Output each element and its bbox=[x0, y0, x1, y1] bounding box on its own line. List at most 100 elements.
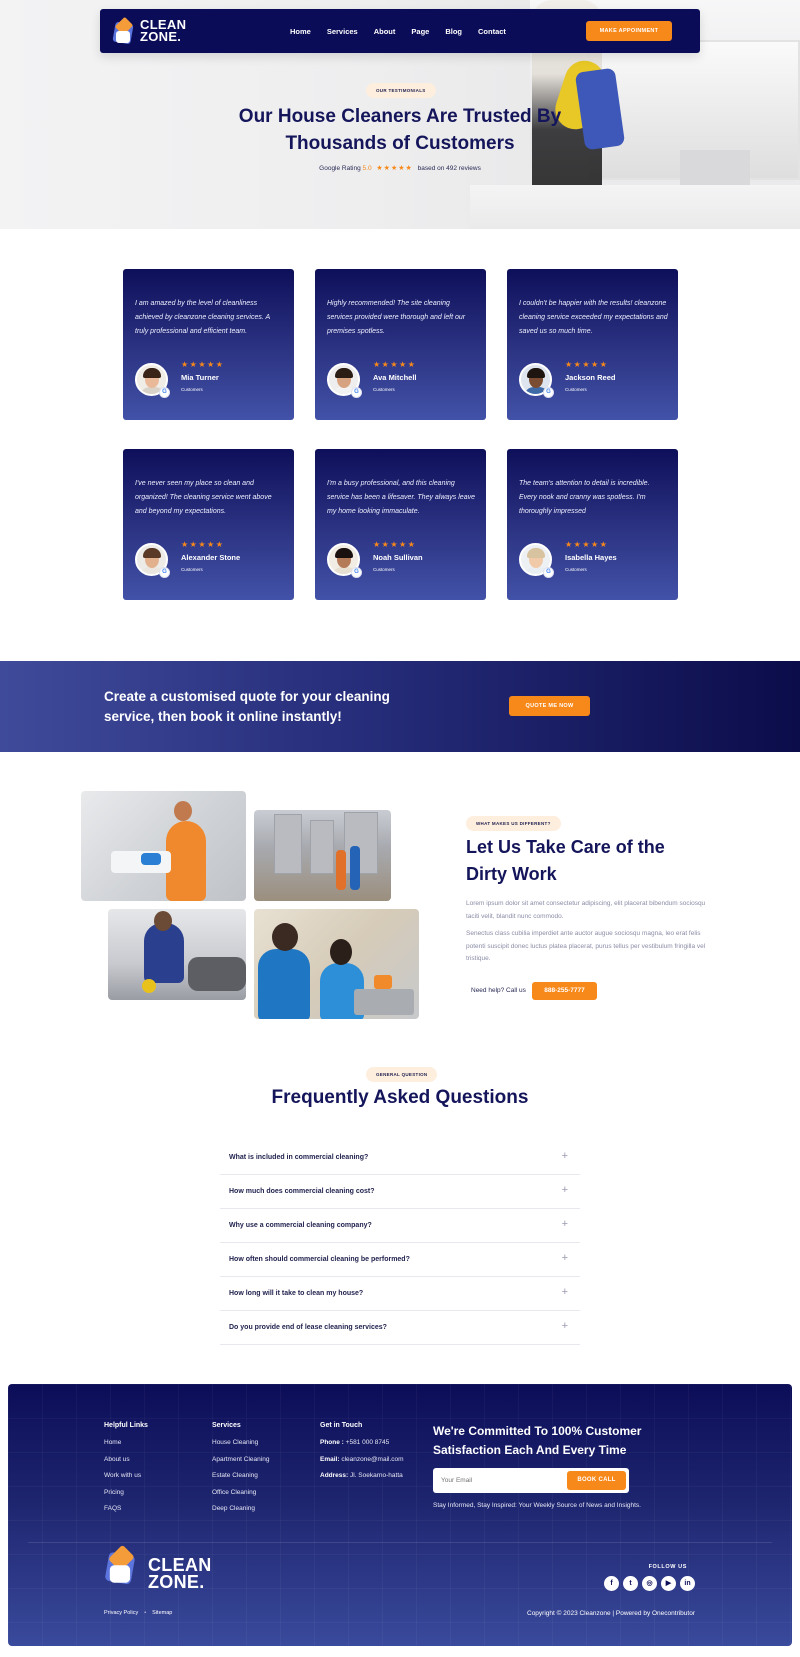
faq-title: Frequently Asked Questions bbox=[271, 1087, 529, 1108]
faq-question: How often should commercial cleaning be … bbox=[229, 1256, 410, 1263]
make-appointment-button[interactable]: MAKE APPOINMENT bbox=[586, 21, 672, 41]
star-rating-icon: ★★★★★ bbox=[565, 360, 609, 369]
plus-icon[interactable]: + bbox=[562, 1252, 568, 1264]
facebook-icon[interactable]: f bbox=[604, 1576, 619, 1591]
nav-menu: Home Services About Page Blog Contact bbox=[290, 9, 522, 53]
footer-contact: Get in Touch Phone : +581 000 8745 Email… bbox=[320, 1422, 404, 1489]
brand-logo[interactable]: CLEAN ZONE. bbox=[112, 16, 186, 45]
plus-icon[interactable]: + bbox=[562, 1184, 568, 1196]
quote-cta-band: Create a customised quote for your clean… bbox=[0, 661, 800, 752]
customer-role: Customers bbox=[373, 567, 395, 572]
google-icon: G bbox=[543, 567, 554, 578]
testimonial-card: I'm a busy professional, and this cleani… bbox=[315, 449, 486, 600]
youtube-icon[interactable]: ▶ bbox=[661, 1576, 676, 1591]
email-field[interactable] bbox=[441, 1468, 559, 1493]
nav-item-contact[interactable]: Contact bbox=[478, 27, 506, 36]
footer-link-about[interactable]: About us bbox=[104, 1456, 148, 1463]
footer-commitment-title: We're Committed To 100% Customer Satisfa… bbox=[433, 1424, 642, 1457]
star-rating-icon: ★★★★★ bbox=[181, 540, 225, 549]
quote-me-now-button[interactable]: QUOTE ME NOW bbox=[509, 696, 590, 716]
testimonial-quote: Highly recommended! The site cleaning se… bbox=[327, 300, 466, 335]
footer-legal-links: Privacy Policy • Sitemap bbox=[104, 1610, 172, 1616]
star-rating-icon: ★★★★★ bbox=[181, 360, 225, 369]
google-icon: G bbox=[351, 387, 362, 398]
nav-item-blog[interactable]: Blog bbox=[445, 27, 462, 36]
faq-question: How much does commercial cleaning cost? bbox=[229, 1188, 375, 1195]
rating-prefix: Google Rating bbox=[319, 165, 361, 172]
testimonial-quote: The team's attention to detail is incred… bbox=[519, 480, 650, 515]
plus-icon[interactable]: + bbox=[562, 1218, 568, 1230]
nav-item-page[interactable]: Page bbox=[411, 27, 429, 36]
faq-item[interactable]: How long will it take to clean my house?… bbox=[220, 1277, 580, 1311]
logo-text-line2: ZONE. bbox=[140, 29, 182, 44]
footer-services: Services House Cleaning Apartment Cleani… bbox=[212, 1422, 269, 1522]
footer-heading: Services bbox=[212, 1422, 241, 1429]
testimonial-quote: I couldn't be happier with the results! … bbox=[519, 300, 668, 335]
footer-link-estate-cleaning[interactable]: Estate Cleaning bbox=[212, 1472, 269, 1479]
hero-section: CLEAN ZONE. Home Services About Page Blo… bbox=[0, 0, 800, 229]
google-rating: Google Rating 5.0 ★★★★★ based on 492 rev… bbox=[200, 164, 600, 172]
linkedin-icon[interactable]: in bbox=[680, 1576, 695, 1591]
faq-item[interactable]: Do you provide end of lease cleaning ser… bbox=[220, 1311, 580, 1345]
customer-name: Alexander Stone bbox=[181, 553, 241, 562]
social-links: f t ◎ ▶ in bbox=[604, 1576, 695, 1591]
faq-list: What is included in commercial cleaning?… bbox=[220, 1141, 580, 1345]
customer-role: Customers bbox=[373, 387, 395, 392]
faq-item[interactable]: How often should commercial cleaning be … bbox=[220, 1243, 580, 1277]
footer-link-home[interactable]: Home bbox=[104, 1439, 148, 1446]
twitter-icon[interactable]: t bbox=[623, 1576, 638, 1591]
footer-link-deep-cleaning[interactable]: Deep Cleaning bbox=[212, 1505, 269, 1512]
star-rating-icon: ★★★★★ bbox=[373, 540, 417, 549]
need-help-text: Need help? Call us bbox=[471, 987, 526, 994]
customer-role: Customers bbox=[181, 567, 203, 572]
footer-link-apartment-cleaning[interactable]: Apartment Cleaning bbox=[212, 1456, 269, 1463]
footer-address: Address: Jl. Soekarno-hatta bbox=[320, 1472, 403, 1479]
separator: • bbox=[144, 1610, 147, 1616]
privacy-policy-link[interactable]: Privacy Policy bbox=[104, 1610, 138, 1616]
customer-role: Customers bbox=[181, 387, 203, 392]
rating-stars-icon: ★★★★★ bbox=[376, 165, 413, 172]
about-paragraph-2: Senectus class cubilia imperdiet ante au… bbox=[466, 930, 706, 962]
follow-us-label: FOLLOW US bbox=[648, 1564, 687, 1570]
call-phone-button[interactable]: 888-255-7777 bbox=[532, 982, 597, 1000]
faq-question: Do you provide end of lease cleaning ser… bbox=[229, 1324, 387, 1331]
main-navbar: CLEAN ZONE. Home Services About Page Blo… bbox=[100, 9, 700, 53]
copyright-text: Copyright © 2023 Cleanzone | Powered by … bbox=[527, 1610, 695, 1617]
faq-item[interactable]: What is included in commercial cleaning?… bbox=[220, 1141, 580, 1175]
nav-item-services[interactable]: Services bbox=[327, 27, 358, 36]
hero-title: Our House Cleaners Are Trusted By Thousa… bbox=[238, 106, 562, 154]
star-rating-icon: ★★★★★ bbox=[565, 540, 609, 549]
sitemap-link[interactable]: Sitemap bbox=[152, 1610, 172, 1616]
logo-icon bbox=[104, 1544, 156, 1603]
footer-link-house-cleaning[interactable]: House Cleaning bbox=[212, 1439, 269, 1446]
testimonial-card: Highly recommended! The site cleaning se… bbox=[315, 269, 486, 420]
nav-item-about[interactable]: About bbox=[374, 27, 396, 36]
footer-phone[interactable]: Phone : +581 000 8745 bbox=[320, 1439, 404, 1446]
customer-name: Mia Turner bbox=[181, 373, 219, 382]
customer-name: Ava Mitchell bbox=[373, 373, 417, 382]
footer-link-pricing[interactable]: Pricing bbox=[104, 1489, 148, 1496]
site-footer: Helpful Links Home About us Work with us… bbox=[8, 1384, 792, 1646]
footer-link-faqs[interactable]: FAQS bbox=[104, 1505, 148, 1512]
faq-section-pill: GENERAL QUESTION bbox=[366, 1067, 438, 1082]
nav-item-home[interactable]: Home bbox=[290, 27, 311, 36]
footer-email[interactable]: Email: cleanzone@mail.com bbox=[320, 1456, 404, 1463]
footer-link-work[interactable]: Work with us bbox=[104, 1472, 148, 1479]
google-icon: G bbox=[351, 567, 362, 578]
book-call-button[interactable]: BOOK CALL bbox=[567, 1471, 626, 1490]
photo-cleaning-sink bbox=[81, 791, 246, 901]
faq-item[interactable]: How much does commercial cleaning cost? + bbox=[220, 1175, 580, 1209]
plus-icon[interactable]: + bbox=[562, 1320, 568, 1332]
plus-icon[interactable]: + bbox=[562, 1150, 568, 1162]
footer-logo[interactable]: CLEAN ZONE. bbox=[104, 1544, 212, 1594]
newsletter-form: BOOK CALL bbox=[433, 1468, 629, 1493]
faq-question: Why use a commercial cleaning company? bbox=[229, 1222, 372, 1229]
testimonial-card: The team's attention to detail is incred… bbox=[507, 449, 678, 600]
plus-icon[interactable]: + bbox=[562, 1286, 568, 1298]
instagram-icon[interactable]: ◎ bbox=[642, 1576, 657, 1591]
faq-question: How long will it take to clean my house? bbox=[229, 1290, 364, 1297]
faq-item[interactable]: Why use a commercial cleaning company? + bbox=[220, 1209, 580, 1243]
rating-score: 5.0 bbox=[362, 165, 372, 172]
footer-link-office-cleaning[interactable]: Office Cleaning bbox=[212, 1489, 269, 1496]
customer-name: Noah Sullivan bbox=[373, 553, 423, 562]
